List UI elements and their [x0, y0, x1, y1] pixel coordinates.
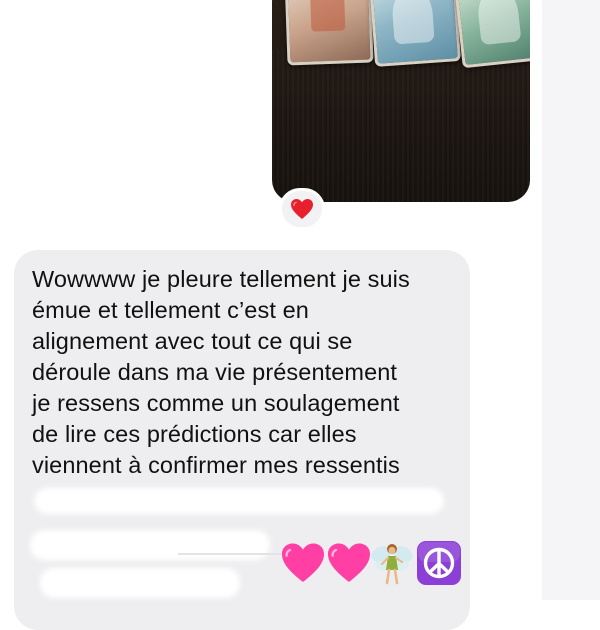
- peace-symbol-icon: [415, 540, 463, 586]
- message-text: Wowwww je pleure tellement je suis émue …: [32, 266, 410, 478]
- message-reaction[interactable]: [279, 188, 325, 230]
- red-heart-icon: [291, 199, 313, 219]
- tarot-card-image: [284, 0, 374, 66]
- redacted-text: [30, 530, 270, 560]
- sent-photo-message[interactable]: [272, 0, 530, 202]
- redacted-text: [40, 568, 240, 598]
- tarot-card-image: [453, 0, 530, 69]
- redacted-text: [34, 488, 444, 514]
- pink-heart-icon: [326, 540, 372, 586]
- right-edge-strip: [542, 0, 600, 600]
- tarot-card-image: [368, 0, 462, 67]
- fairy-icon: [370, 540, 414, 586]
- pink-heart-icon: [280, 540, 326, 586]
- redaction-artifact: [178, 553, 282, 555]
- table-texture: [272, 50, 530, 202]
